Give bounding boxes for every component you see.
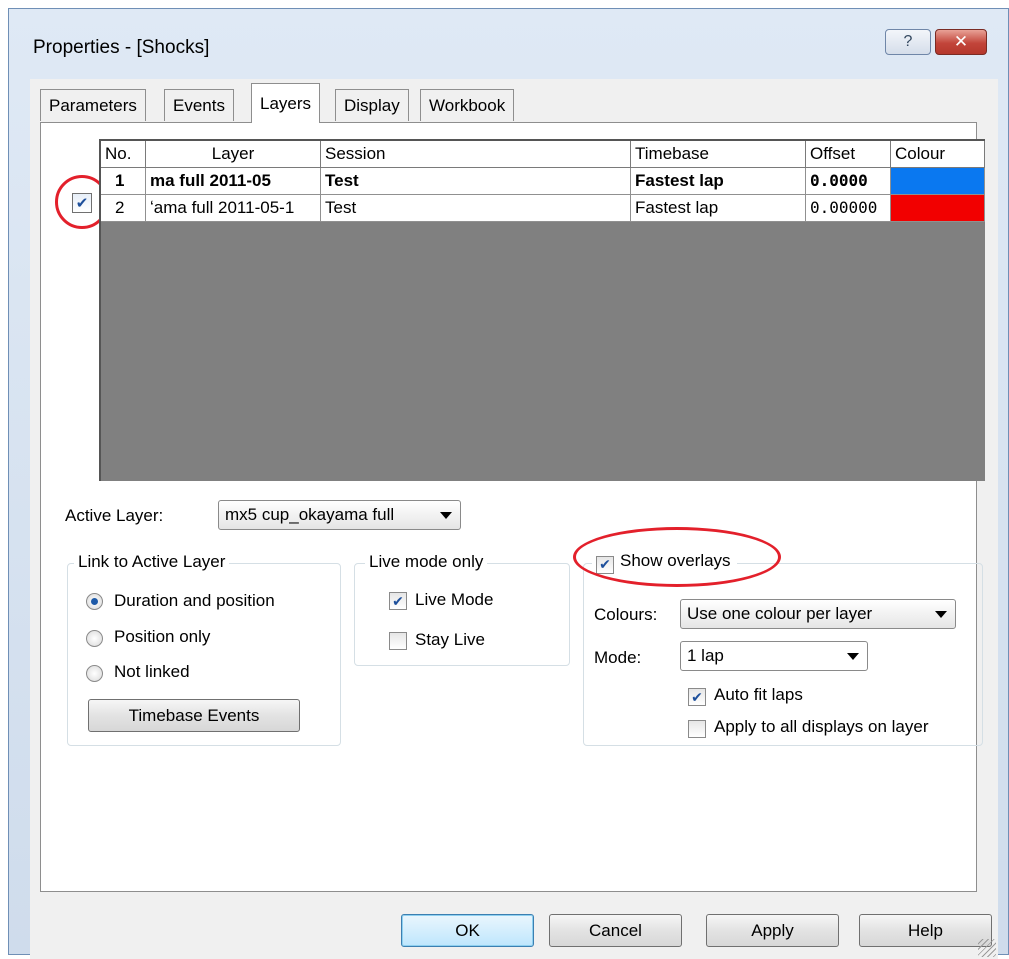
row-offset: 0.00000 bbox=[806, 195, 891, 222]
row-timebase: Fastest lap bbox=[631, 195, 806, 222]
help-icon[interactable]: ? bbox=[885, 29, 931, 55]
active-layer-dropdown[interactable]: mx5 cup_okayama full bbox=[218, 500, 461, 530]
link-group-title: Link to Active Layer bbox=[74, 552, 230, 572]
window-title: Properties - [Shocks] bbox=[33, 37, 210, 58]
chevron-down-icon bbox=[935, 611, 947, 618]
link-to-active-layer-group: Link to Active Layer Duration and positi… bbox=[67, 552, 341, 746]
grid-header-row: No. Layer Session Timebase Offset Colour bbox=[101, 141, 985, 168]
mode-dropdown[interactable]: 1 lap bbox=[680, 641, 868, 671]
table-row[interactable]: 2 ʻama full 2011-05-1 Test Fastest lap 0… bbox=[101, 195, 985, 222]
timebase-events-button[interactable]: Timebase Events bbox=[88, 699, 300, 732]
table-row[interactable]: 1 ma full 2011-05 Test Fastest lap 0.000… bbox=[101, 168, 985, 195]
properties-dialog: Properties - [Shocks] ? ✕ Parameters Eve… bbox=[8, 8, 1009, 959]
row-offset: 0.0000 bbox=[806, 168, 891, 195]
row-session: Test bbox=[321, 195, 631, 222]
live-group-title: Live mode only bbox=[365, 552, 488, 572]
column-header-offset[interactable]: Offset bbox=[806, 141, 891, 168]
auto-fit-laps-checkbox[interactable]: ✔ bbox=[688, 688, 706, 706]
layers-grid[interactable]: No. Layer Session Timebase Offset Colour… bbox=[99, 139, 985, 481]
ok-button[interactable]: OK bbox=[401, 914, 534, 947]
radio-not-linked-label[interactable]: Not linked bbox=[114, 662, 190, 682]
apply-to-all-checkbox[interactable] bbox=[688, 720, 706, 738]
live-mode-group: Live mode only ✔ Live Mode Stay Live bbox=[354, 552, 570, 666]
stay-live-label[interactable]: Stay Live bbox=[415, 630, 485, 650]
show-overlays-label[interactable]: Show overlays bbox=[620, 551, 731, 570]
row-colour-swatch[interactable] bbox=[891, 195, 985, 222]
dialog-client-area: Parameters Events Layers Display Workboo… bbox=[30, 79, 998, 959]
live-mode-label[interactable]: Live Mode bbox=[415, 590, 493, 610]
radio-position-only[interactable] bbox=[86, 630, 103, 647]
column-header-timebase[interactable]: Timebase bbox=[631, 141, 806, 168]
tab-events[interactable]: Events bbox=[164, 89, 234, 121]
tab-display[interactable]: Display bbox=[335, 89, 409, 121]
layer-2-visible-checkbox[interactable]: ✔ bbox=[72, 193, 92, 213]
chevron-down-icon bbox=[847, 653, 859, 660]
active-layer-value: mx5 cup_okayama full bbox=[225, 505, 395, 524]
help-button[interactable]: Help bbox=[859, 914, 992, 947]
auto-fit-laps-label[interactable]: Auto fit laps bbox=[714, 685, 803, 705]
column-header-no[interactable]: No. bbox=[101, 141, 146, 168]
chevron-down-icon bbox=[440, 512, 452, 519]
row-timebase: Fastest lap bbox=[631, 168, 806, 195]
row-colour-swatch[interactable] bbox=[891, 168, 985, 195]
layers-tab-panel: ✔ No. Layer Session Timebase Offset Colo… bbox=[40, 122, 985, 892]
column-header-layer[interactable]: Layer bbox=[146, 141, 321, 168]
row-session: Test bbox=[321, 168, 631, 195]
overlays-group: ✔ Show overlays Colours: Use one colour p… bbox=[583, 551, 983, 746]
column-header-session[interactable]: Session bbox=[321, 141, 631, 168]
cancel-button[interactable]: Cancel bbox=[549, 914, 682, 947]
radio-duration-and-position[interactable] bbox=[86, 593, 103, 610]
radio-duration-and-position-label[interactable]: Duration and position bbox=[114, 591, 275, 611]
live-mode-checkbox[interactable]: ✔ bbox=[389, 592, 407, 610]
row-layer: ma full 2011-05 bbox=[146, 168, 321, 195]
radio-position-only-label[interactable]: Position only bbox=[114, 627, 210, 647]
apply-button[interactable]: Apply bbox=[706, 914, 839, 947]
colours-dropdown[interactable]: Use one colour per layer bbox=[680, 599, 956, 629]
row-layer: ʻama full 2011-05-1 bbox=[146, 195, 321, 222]
colours-value: Use one colour per layer bbox=[687, 604, 873, 623]
mode-label: Mode: bbox=[594, 648, 642, 667]
tab-parameters[interactable]: Parameters bbox=[40, 89, 146, 121]
active-layer-label: Active Layer: bbox=[65, 506, 164, 525]
tab-layers[interactable]: Layers bbox=[251, 83, 321, 123]
radio-not-linked[interactable] bbox=[86, 665, 103, 682]
title-bar[interactable]: Properties - [Shocks] ? ✕ bbox=[9, 9, 1008, 69]
row-no: 2 bbox=[101, 195, 146, 222]
resize-grip-icon[interactable] bbox=[978, 939, 996, 957]
tab-workbook[interactable]: Workbook bbox=[420, 89, 515, 121]
apply-to-all-label[interactable]: Apply to all displays on layer bbox=[714, 717, 929, 737]
row-no: 1 bbox=[101, 168, 146, 195]
show-overlays-legend: ✔ Show overlays bbox=[592, 551, 737, 574]
show-overlays-checkbox[interactable]: ✔ bbox=[596, 555, 614, 574]
close-icon[interactable]: ✕ bbox=[935, 29, 987, 55]
stay-live-checkbox[interactable] bbox=[389, 632, 407, 650]
column-header-colour[interactable]: Colour bbox=[891, 141, 985, 168]
mode-value: 1 lap bbox=[687, 646, 724, 665]
colours-label: Colours: bbox=[594, 605, 658, 624]
